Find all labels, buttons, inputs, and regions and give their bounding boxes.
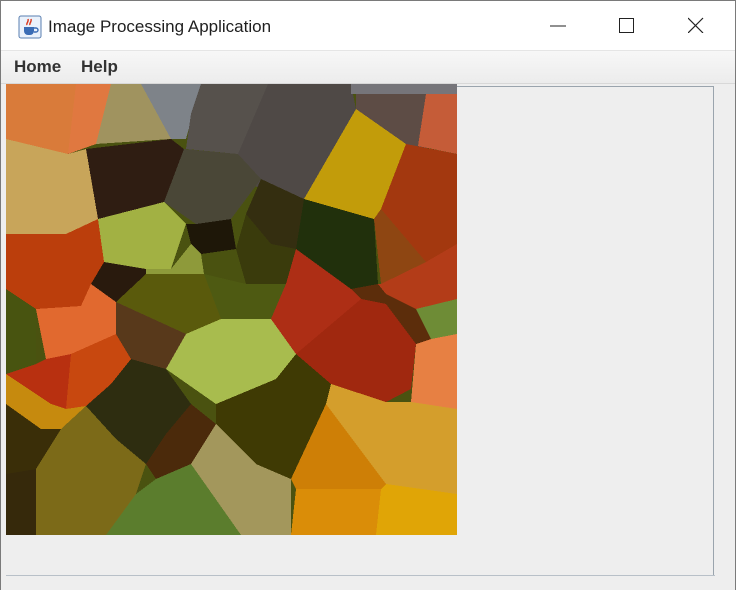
java-cup-icon [18,15,42,39]
menu-bar: Home Help [1,51,735,84]
minimize-icon [550,25,566,27]
minimize-button[interactable] [535,1,581,50]
title-bar[interactable]: Image Processing Application [1,1,735,51]
menu-help[interactable]: Help [81,57,118,77]
maximize-icon [619,18,634,33]
menu-home[interactable]: Home [14,57,61,77]
close-button[interactable] [673,1,719,50]
panel-bottom-border [6,575,715,576]
image-preview [6,84,457,535]
close-icon [688,17,704,33]
window-title: Image Processing Application [48,17,272,36]
maximize-button[interactable] [604,1,650,50]
